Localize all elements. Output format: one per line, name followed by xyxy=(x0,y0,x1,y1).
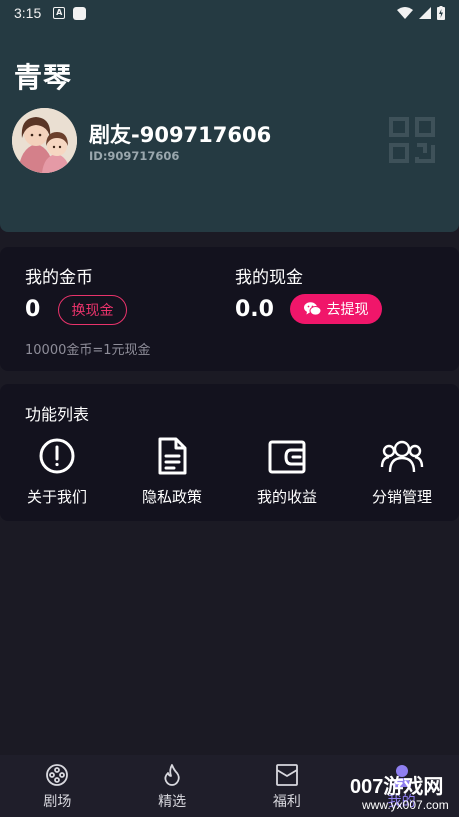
feature-distribution-management-label: 分销管理 xyxy=(371,488,432,506)
qr-code-icon xyxy=(389,117,435,163)
wifi-icon xyxy=(397,7,413,19)
film-reel-icon xyxy=(46,764,69,786)
signal-icon xyxy=(419,7,431,19)
battery-icon xyxy=(437,6,445,20)
nav-theater[interactable]: 剧场 xyxy=(0,755,115,817)
group-icon xyxy=(380,440,424,473)
info-icon xyxy=(39,438,75,474)
watermark-text: 007游戏网 xyxy=(350,776,444,798)
notification-a-icon: A xyxy=(53,7,66,19)
nav-welfare-label: 福利 xyxy=(272,794,301,810)
feature-privacy-policy-label: 隐私政策 xyxy=(141,488,202,506)
feature-my-earnings[interactable]: 我的收益 xyxy=(232,436,342,507)
user-id: ID:909717606 xyxy=(89,149,180,163)
feature-privacy-policy[interactable]: 隐私政策 xyxy=(117,436,227,507)
status-time: 3:15 xyxy=(14,5,42,21)
nav-featured[interactable]: 精选 xyxy=(115,755,230,817)
notification-square-icon xyxy=(73,6,87,20)
exchange-rate-text: 10000金币=1元现金 xyxy=(25,343,151,358)
nav-featured-label: 精选 xyxy=(158,794,187,810)
status-bar: 3:15 A xyxy=(0,0,459,26)
cash-value: 0.0 xyxy=(235,297,274,322)
app-title: 青琴 xyxy=(14,61,73,94)
coins-label: 我的金币 xyxy=(25,268,93,288)
avatar[interactable] xyxy=(12,108,77,173)
nav-theater-label: 剧场 xyxy=(43,794,72,810)
wechat-icon xyxy=(303,302,321,316)
document-icon xyxy=(158,437,187,475)
qr-code-button[interactable] xyxy=(388,116,436,164)
exchange-cash-button[interactable]: 换现金 xyxy=(58,295,127,325)
coins-value: 0 xyxy=(25,297,41,322)
user-name: 剧友-909717606 xyxy=(89,123,272,147)
nav-welfare[interactable]: 福利 xyxy=(230,755,345,817)
avatar-illustration xyxy=(12,108,77,173)
feature-my-earnings-label: 我的收益 xyxy=(256,488,317,506)
flame-icon xyxy=(164,764,180,786)
status-right-icons xyxy=(397,6,445,20)
features-title: 功能列表 xyxy=(25,405,90,424)
wallet-icon xyxy=(268,440,306,474)
withdraw-label: 去提现 xyxy=(326,302,369,318)
features-card: 功能列表 关于我们 隐私政策 我的收益 分销管理 xyxy=(0,384,459,521)
gift-box-icon xyxy=(275,764,298,786)
wallet-card: 我的金币 0 换现金 我的现金 0.0 去提现 10000金币=1元现金 xyxy=(0,247,459,371)
profile-header: 青琴 剧友-909717606 ID:909717606 xyxy=(0,26,459,232)
watermark-url: www.yx007.com xyxy=(362,798,449,812)
feature-distribution-management[interactable]: 分销管理 xyxy=(347,436,457,507)
feature-about-us[interactable]: 关于我们 xyxy=(2,436,112,507)
feature-about-us-label: 关于我们 xyxy=(26,488,87,506)
cash-label: 我的现金 xyxy=(235,268,303,288)
withdraw-button[interactable]: 去提现 xyxy=(290,294,382,324)
